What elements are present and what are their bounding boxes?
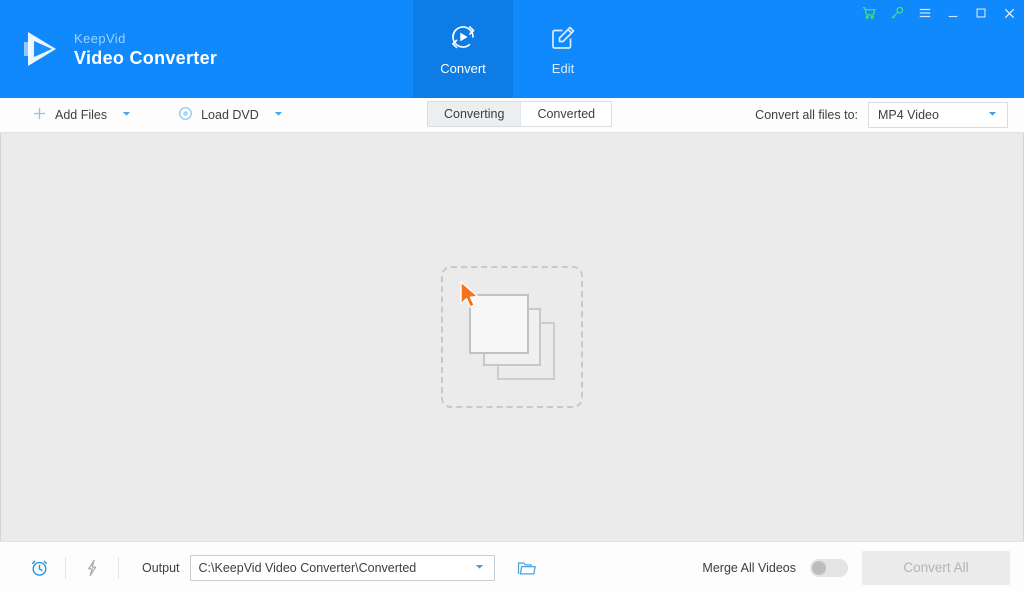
load-dvd-label: Load DVD	[201, 108, 259, 122]
tab-edit[interactable]: Edit	[513, 0, 613, 98]
close-icon[interactable]	[1000, 4, 1018, 22]
chevron-down-icon	[987, 108, 998, 122]
open-folder-icon[interactable]	[511, 553, 541, 583]
alarm-clock-icon[interactable]	[22, 551, 56, 585]
tab-convert[interactable]: Convert	[413, 0, 513, 98]
output-format-value: MP4 Video	[878, 108, 939, 122]
menu-icon[interactable]	[916, 4, 934, 22]
bottom-bar: Output C:\KeepVid Video Converter\Conver…	[0, 541, 1024, 593]
tab-converting[interactable]: Converting	[428, 102, 521, 126]
output-path-value: C:\KeepVid Video Converter\Converted	[198, 560, 417, 575]
output-format-select[interactable]: MP4 Video	[868, 102, 1008, 128]
add-files-label: Add Files	[55, 108, 108, 122]
load-dvd-dropdown-icon[interactable]	[273, 106, 284, 124]
app-header: KeepVid Video Converter Convert Edit	[0, 0, 1024, 98]
key-icon[interactable]	[888, 4, 906, 22]
output-path-input[interactable]: C:\KeepVid Video Converter\Converted	[189, 554, 495, 581]
mouse-cursor-icon	[457, 280, 483, 312]
tab-converted[interactable]: Converted	[520, 102, 612, 126]
maximize-icon[interactable]	[972, 4, 990, 22]
brand-logo: KeepVid Video Converter	[0, 0, 413, 98]
brand-subtitle: KeepVid	[74, 30, 126, 46]
load-dvd-button[interactable]: Load DVD	[174, 106, 263, 124]
add-files-button[interactable]: Add Files	[28, 106, 111, 124]
app-window: KeepVid Video Converter Convert Edit Add…	[0, 0, 1024, 593]
file-list-canvas[interactable]	[0, 133, 1024, 541]
divider	[118, 556, 119, 579]
play-logo-icon	[22, 28, 62, 70]
edit-icon	[548, 22, 578, 52]
window-controls	[860, 0, 1018, 26]
convert-all-button[interactable]: Convert All	[862, 550, 1010, 585]
merge-all-videos-toggle[interactable]	[810, 558, 848, 577]
convert-icon	[448, 22, 478, 52]
drop-files-zone[interactable]	[441, 266, 583, 408]
minimize-icon[interactable]	[944, 4, 962, 22]
plus-icon	[32, 106, 47, 124]
tab-edit-label: Edit	[551, 61, 575, 76]
add-files-dropdown-icon[interactable]	[121, 106, 132, 124]
chevron-down-icon[interactable]	[474, 561, 485, 575]
file-stack-icon	[460, 281, 555, 380]
view-segmented-control: Converting Converted	[427, 101, 613, 127]
toolbar: Add Files Load DVD Converting Converted …	[0, 98, 1024, 133]
main-nav-tabs: Convert Edit	[413, 0, 613, 98]
toggle-knob	[812, 560, 826, 575]
brand-title: Video Converter	[74, 47, 218, 68]
divider	[65, 556, 66, 579]
lightning-bolt-icon[interactable]	[75, 551, 109, 585]
disc-icon	[178, 106, 193, 124]
tab-convert-label: Convert	[440, 61, 486, 76]
convert-all-to-label: Convert all files to:	[755, 108, 858, 122]
merge-all-videos-label: Merge All Videos	[702, 560, 796, 575]
cart-icon[interactable]	[860, 4, 878, 22]
output-label: Output	[142, 560, 180, 575]
